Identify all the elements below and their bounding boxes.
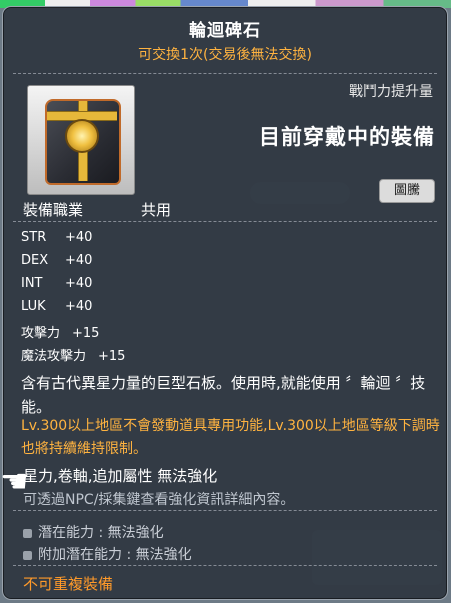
item-icon-frame	[27, 85, 135, 195]
job-label: 裝備職業	[23, 201, 84, 219]
stat-row: LUK +40	[21, 299, 93, 314]
stat-row: DEX +40	[21, 253, 93, 268]
enhance-warning: 星力,卷軸,追加屬性 無法強化	[23, 467, 218, 485]
stat-row: 攻擊力 +15	[21, 326, 100, 341]
restriction-note: Lv.300以上地區不會發動道具專用功能,Lv.300以上地區等級下調時也將持續…	[21, 418, 440, 457]
bullet-icon	[23, 528, 32, 538]
stats-list: STR +40 DEX +40 INT +40 LUK +40 攻擊力 +15 魔法攻擊力…	[21, 230, 125, 368]
stat-row: STR +40	[21, 230, 93, 245]
trade-note: 可交換1次(交易後無法交換)	[138, 47, 312, 63]
totem-button[interactable]: 圖騰	[379, 179, 435, 203]
equipped-status: 目前穿戴中的裝備	[259, 125, 435, 149]
stat-row: INT +40	[21, 276, 93, 291]
stone-tablet-icon	[45, 99, 121, 185]
item-tooltip: 輪迴碑石 可交換1次(交易後無法交換) 戰鬥力提升量 目前穿戴中的裝備 圖騰 裝…	[2, 6, 448, 600]
unique-equip-note: 不可重複裝備	[23, 575, 114, 593]
power-increase-label: 戰鬥力提升量	[349, 84, 433, 100]
bullet-icon	[23, 550, 32, 560]
item-name: 輪迴碑石	[189, 21, 261, 41]
hand-cursor-icon: ☚	[0, 462, 29, 500]
divider	[13, 73, 437, 74]
potential-row: 潛在能力 : 無法強化	[23, 522, 164, 542]
divider	[13, 565, 437, 566]
stat-row: 魔法攻擊力 +15	[21, 349, 126, 364]
divider	[13, 221, 437, 222]
enhance-hint: 可透過NPC/採集鍵查看強化資訊詳細內容。	[23, 492, 295, 508]
additional-potential-row: 附加潛在能力 : 無法強化	[23, 544, 192, 564]
item-description: 含有古代異星力量的巨型石板。使用時,就能使用 〞輪迴 〞技能。	[21, 374, 426, 416]
divider	[13, 510, 437, 511]
job-value: 共用	[141, 201, 172, 219]
